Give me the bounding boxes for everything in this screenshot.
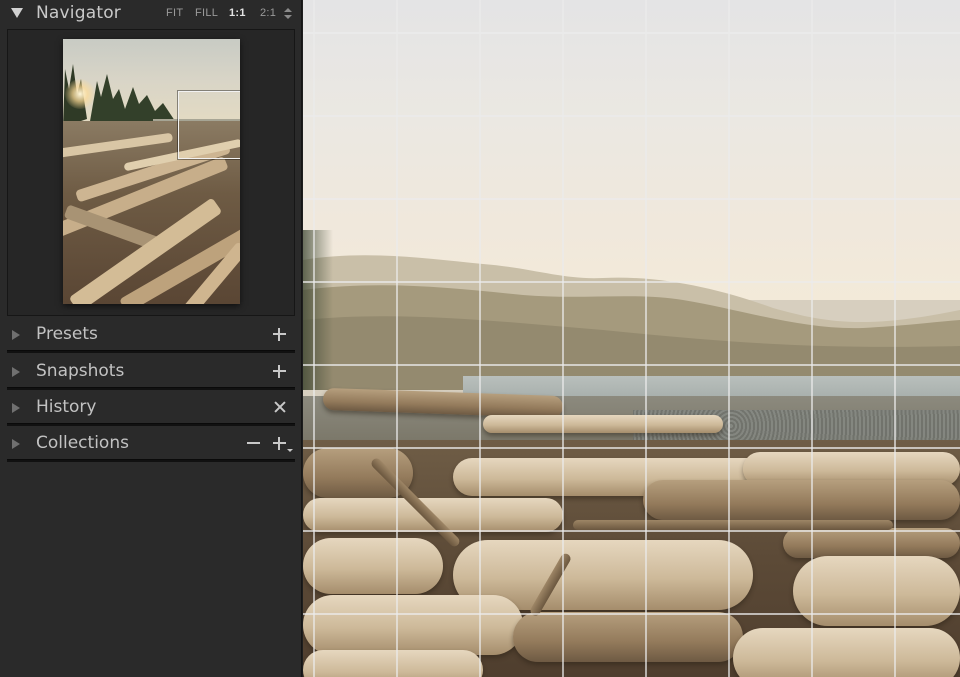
navigator-thumbnail[interactable] (63, 39, 240, 304)
photo-log (303, 538, 443, 594)
photo-tree-branch (303, 230, 333, 390)
zoom-stepper-icon[interactable] (284, 7, 292, 21)
close-icon[interactable] (274, 401, 286, 413)
navigator-viewport-box[interactable] (178, 91, 240, 159)
panel-history[interactable]: History (0, 393, 302, 426)
navigator-title: Navigator (36, 3, 121, 23)
panel-divider (7, 423, 295, 426)
plus-icon[interactable] (273, 365, 286, 378)
panel-label: Collections (36, 433, 129, 453)
zoom-fill-button[interactable]: FILL (195, 7, 218, 19)
navigator-preview[interactable] (7, 29, 295, 316)
zoom-fit-button[interactable]: FIT (166, 7, 183, 19)
chevron-down-icon[interactable] (287, 449, 293, 452)
photo-log (513, 612, 743, 662)
zoom-1-1-button[interactable]: 1:1 (229, 7, 246, 19)
plus-icon[interactable] (273, 328, 286, 341)
expand-triangle-icon[interactable] (12, 439, 20, 449)
thumbnail-sun (65, 79, 95, 109)
panel-divider (7, 459, 295, 462)
collapse-triangle-icon[interactable] (11, 8, 23, 18)
main-image-view[interactable] (303, 0, 960, 677)
panel-divider (7, 387, 295, 390)
panel-collections[interactable]: Collections (0, 429, 302, 462)
expand-triangle-icon[interactable] (12, 367, 20, 377)
photo-log (733, 628, 960, 677)
panel-presets[interactable]: Presets (0, 320, 302, 353)
photo-log (303, 595, 523, 655)
panel-label: History (36, 397, 97, 417)
navigator-header[interactable]: Navigator FIT FILL 1:1 2:1 (0, 0, 302, 28)
photo-stick (573, 520, 893, 530)
plus-icon[interactable] (273, 437, 286, 450)
left-panel: Navigator FIT FILL 1:1 2:1 Presets Snaps… (0, 0, 302, 677)
panel-label: Presets (36, 324, 98, 344)
photo-log (483, 415, 723, 433)
panel-divider (7, 350, 295, 353)
panel-label: Snapshots (36, 361, 125, 381)
expand-triangle-icon[interactable] (12, 330, 20, 340)
photo-log (783, 528, 960, 558)
minus-icon[interactable] (247, 437, 260, 450)
photo-log (793, 556, 960, 626)
expand-triangle-icon[interactable] (12, 403, 20, 413)
photo-mountains (303, 255, 960, 390)
panel-snapshots[interactable]: Snapshots (0, 357, 302, 390)
photo-log (643, 480, 960, 520)
zoom-2-1-button[interactable]: 2:1 (260, 7, 276, 19)
photo-log (303, 650, 483, 677)
